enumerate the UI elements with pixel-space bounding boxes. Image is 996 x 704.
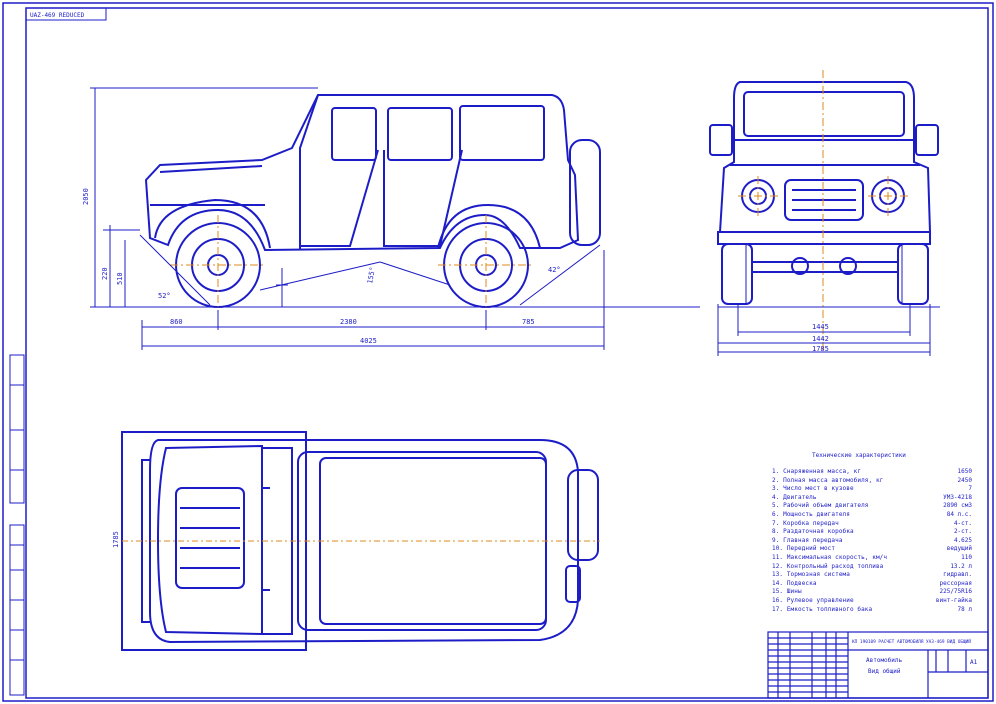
spec-row-name: 11. Максимальная скорость, км/ч [772,554,888,561]
spec-row-value: 2450 [957,476,972,484]
spec-row-value: 7 [968,485,972,493]
left-binding-strip [9,354,25,696]
spec-row-value: ведущий [946,545,972,553]
corner-stamp-text: UAZ-469 REDUCED [30,12,85,19]
spec-row-name: 10. Передний мост [772,545,836,553]
spec-row-value: винт-гайка [935,597,972,604]
title-drawing-name-1: Автомобиль [866,657,903,664]
spec-row-value: 110 [961,554,972,561]
dim-plan-width: 1785 [112,531,120,548]
dim-ground-clearance: 220 [101,267,109,280]
spec-row-name: 2. Полная масса автомобиля, кг [772,476,884,484]
title-doc-code: КП 190109 РАСЧЕТ АВТОМОБИЛЯ УАЗ-469 ВИД … [852,638,971,645]
spec-row-value: УМЗ-4218 [943,493,972,501]
spec-row-name: 12. Контрольный расход топлива [772,562,884,570]
spec-row-value: 4.625 [953,536,972,544]
spec-table-row: 17. Емкость топливного бака 78 л [768,606,976,615]
spec-row-name: 16. Рулевое управление [772,597,854,604]
spec-row-value: гидравл. [943,571,972,579]
spec-row-value: 4-ст. [953,519,972,527]
dim-front-track: 1445 [812,323,829,331]
dim-approach-angle: 52° [158,292,171,300]
dim-departure-angle: 42° [548,266,561,274]
spec-row-name: 1. Снаряженная масса, кг [772,468,862,475]
spec-row-name: 8. Раздаточная коробка [772,528,854,536]
dim-overall-width: 1785 [812,345,829,353]
spec-row-value: рессорная [939,579,972,587]
spec-table-title: Технические характеристики [812,452,906,459]
spec-row-value: 84 л.с. [946,511,972,518]
side-view [144,94,601,252]
dim-front-overhang: 860 [170,318,183,326]
spec-row-name: 6. Мощность двигателя [772,511,850,518]
dim-wheelbase: 2380 [340,318,357,326]
dim-ramp-angle: 155° [366,266,377,284]
spec-row-name: 13. Тормозная система [772,571,850,579]
spec-row-name: 9. Главная передача [772,536,843,544]
title-sheet-format: А1 [970,659,978,666]
spec-row-name: 17. Емкость топливного бака [772,605,873,613]
spec-row-name: 4. Двигатель [772,493,817,501]
title-drawing-name-2: Вид общий [868,668,901,675]
dim-rear-overhang: 785 [522,318,535,326]
dim-height: 2050 [82,188,90,205]
spec-row-value: 78 л [957,605,972,613]
spec-row-value: 1650 [957,468,972,475]
spec-row-name: 3. Число мест в кузове [772,485,854,493]
front-view [709,81,939,305]
dim-overall-length: 4025 [360,337,377,345]
spec-row-name: 5. Рабочий объем двигателя [772,502,869,510]
spec-row-value: 13.2 л [950,562,972,570]
dim-rear-track: 1442 [812,335,829,343]
spec-row-value: 2-ст. [953,528,972,536]
spec-row-name: 15. Шины [772,588,802,596]
dim-wheel-height: 510 [116,272,124,285]
spec-table: Технические характеристики 1. Снаряженна… [768,450,976,618]
spec-row-name: 7. Коробка передач [772,519,839,527]
spec-row-value: 2890 см3 [943,502,972,510]
spec-row-name: 14. Подвеска [772,579,817,587]
spec-row-value: 225/75R16 [939,588,972,596]
